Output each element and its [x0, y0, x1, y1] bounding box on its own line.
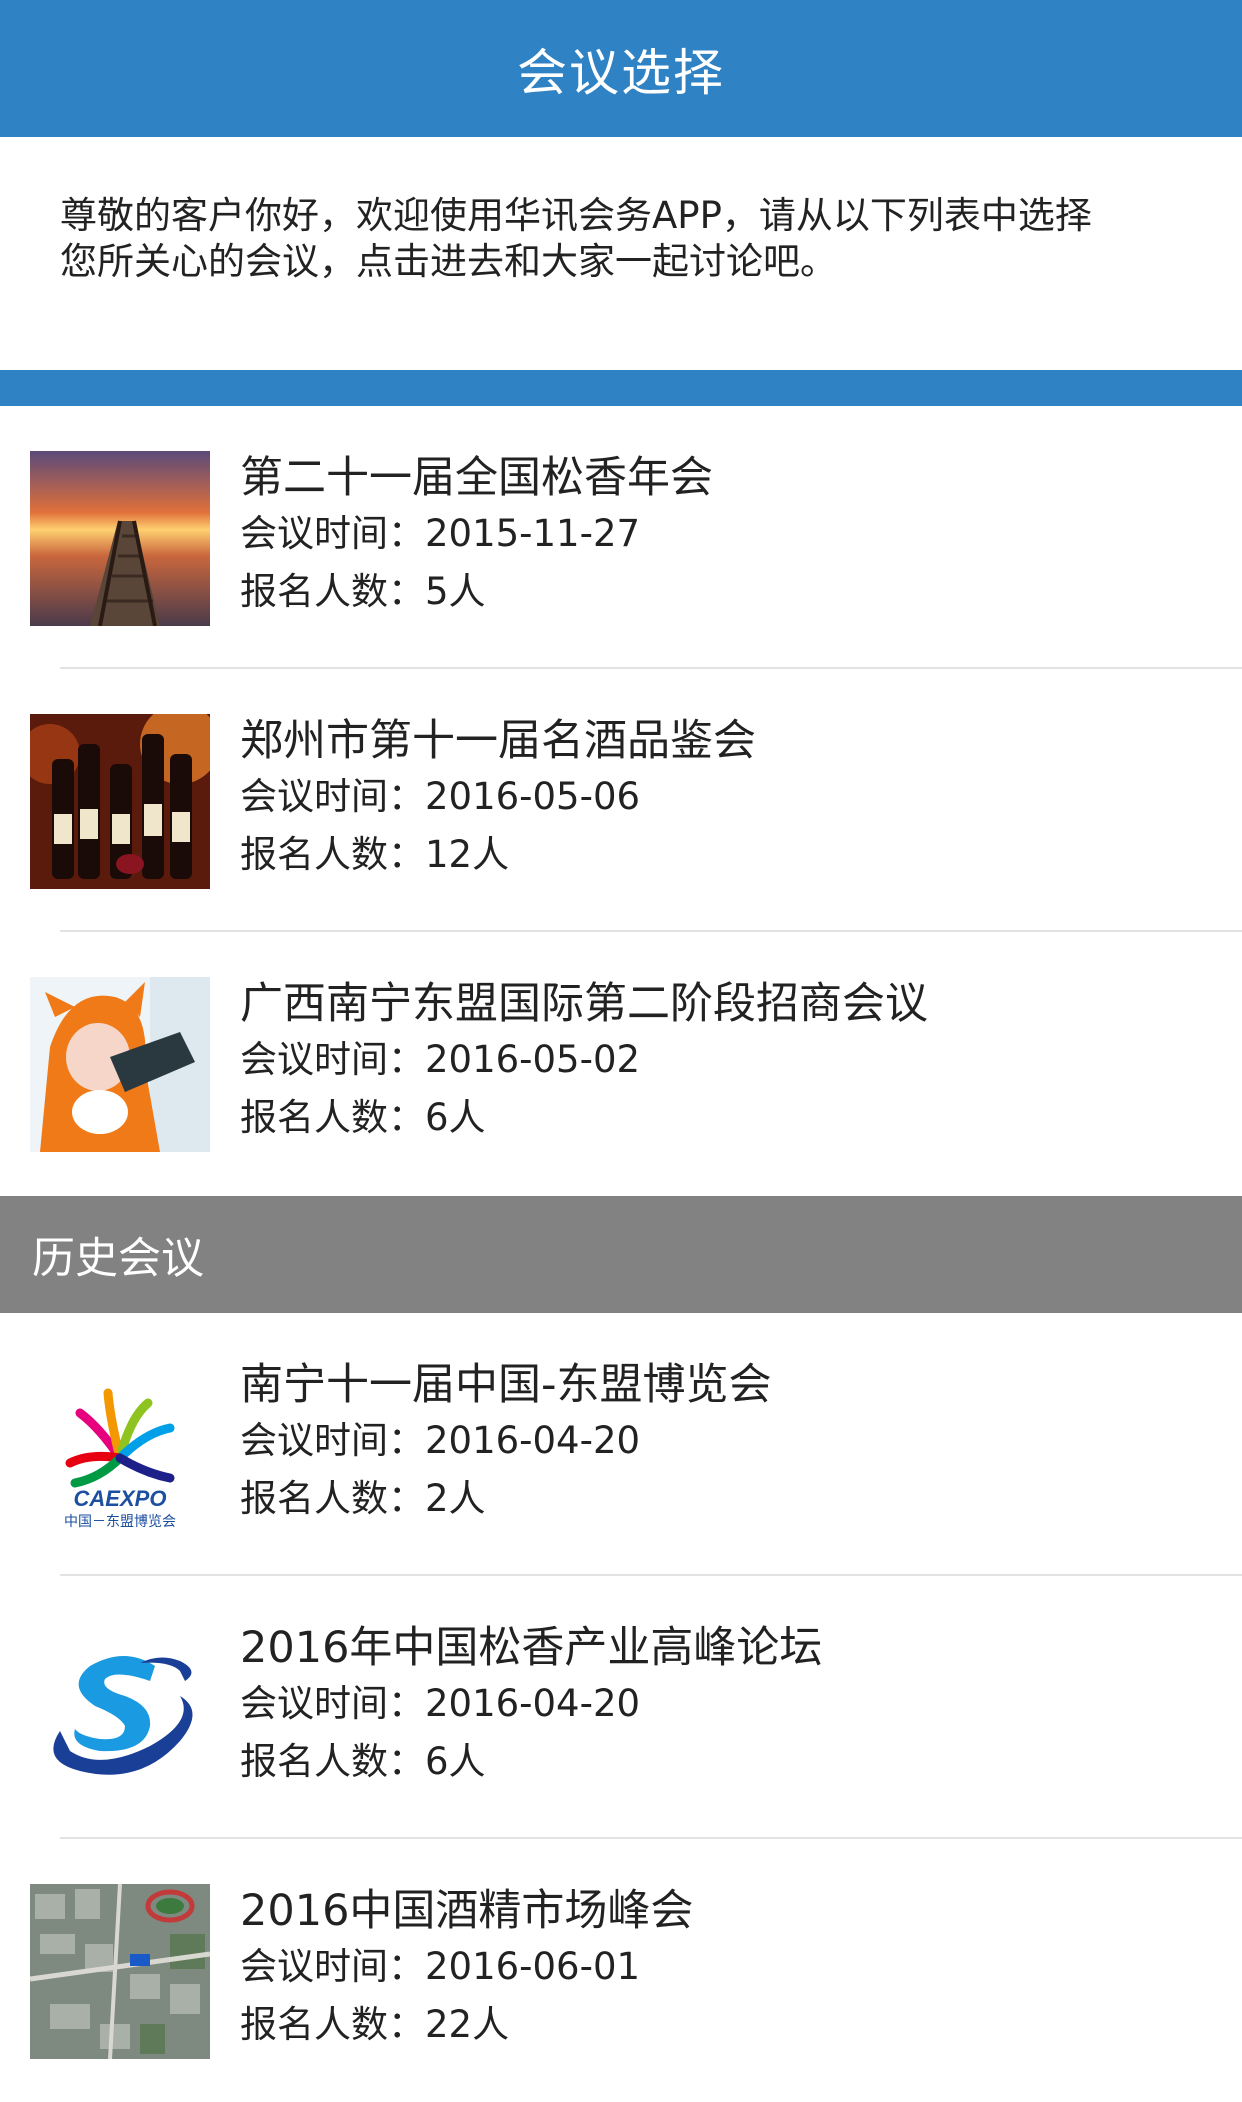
svg-text:中国－东盟博览会: 中国－东盟博览会: [64, 1513, 176, 1530]
blue-s-swirl-logo-icon: [30, 1621, 210, 1796]
intro-line-1: 尊敬的客户你好，欢迎使用华讯会务APP，请从以下列表中选择: [60, 194, 1092, 237]
meeting-title: 广西南宁东盟国际第二阶段招商会议: [240, 979, 928, 1029]
meeting-time: 会议时间：2016-06-01: [240, 1945, 641, 1988]
meeting-item[interactable]: 第二十一届全国松香年会 会议时间：2015-11-27 报名人数：5人: [0, 406, 1242, 669]
meeting-title: 2016年中国松香产业高峰论坛: [240, 1623, 823, 1673]
page-title: 会议选择: [517, 43, 725, 102]
meeting-item[interactable]: 郑州市第十一届名酒品鉴会 会议时间：2016-05-06 报名人数：12人: [0, 669, 1242, 932]
meeting-time: 会议时间：2016-04-20: [240, 1682, 641, 1725]
caexpo-logo-icon: CAEXPO 中国－东盟博览会: [30, 1358, 210, 1533]
pier-sunset-photo-icon: [30, 451, 210, 626]
meeting-title: 郑州市第十一届名酒品鉴会: [240, 716, 756, 766]
intro-line-2: 您所关心的会议，点击进去和大家一起讨论吧。: [60, 240, 837, 283]
meeting-time: 会议时间：2016-05-06: [240, 775, 641, 818]
section-divider-bar: [0, 370, 1242, 406]
meeting-count: 报名人数：6人: [240, 1096, 486, 1139]
intro-text: 尊敬的客户你好，欢迎使用华讯会务APP，请从以下列表中选择 您所关心的会议，点击…: [60, 193, 1190, 285]
aerial-map-photo-icon: [30, 1884, 210, 2059]
meeting-title: 南宁十一届中国-东盟博览会: [240, 1360, 772, 1410]
app-header: 会议选择: [0, 0, 1242, 137]
meeting-title: 第二十一届全国松香年会: [240, 453, 713, 503]
meeting-item[interactable]: 2016年中国松香产业高峰论坛 会议时间：2016-04-20 报名人数：6人: [0, 1576, 1242, 1839]
orange-hood-person-photo-icon: [30, 977, 210, 1152]
meeting-item[interactable]: CAEXPO 中国－东盟博览会 南宁十一届中国-东盟博览会 会议时间：2016-…: [0, 1313, 1242, 1576]
history-section-header: 历史会议: [0, 1196, 1242, 1313]
meeting-count: 报名人数：5人: [240, 570, 486, 613]
meeting-item[interactable]: 广西南宁东盟国际第二阶段招商会议 会议时间：2016-05-02 报名人数：6人: [0, 932, 1242, 1195]
meeting-count: 报名人数：2人: [240, 1477, 486, 1520]
history-section-title: 历史会议: [32, 1233, 204, 1284]
svg-text:CAEXPO: CAEXPO: [74, 1486, 167, 1511]
meeting-count: 报名人数：22人: [240, 2003, 510, 2046]
meeting-time: 会议时间：2016-05-02: [240, 1038, 641, 1081]
meeting-count: 报名人数：12人: [240, 833, 510, 876]
meeting-time: 会议时间：2015-11-27: [240, 512, 641, 555]
meeting-title: 2016中国酒精市场峰会: [240, 1886, 694, 1936]
wine-bottles-photo-icon: [30, 714, 210, 889]
meeting-time: 会议时间：2016-04-20: [240, 1419, 641, 1462]
meeting-item[interactable]: 2016中国酒精市场峰会 会议时间：2016-06-01 报名人数：22人: [0, 1839, 1242, 2102]
meeting-count: 报名人数：6人: [240, 1740, 486, 1783]
